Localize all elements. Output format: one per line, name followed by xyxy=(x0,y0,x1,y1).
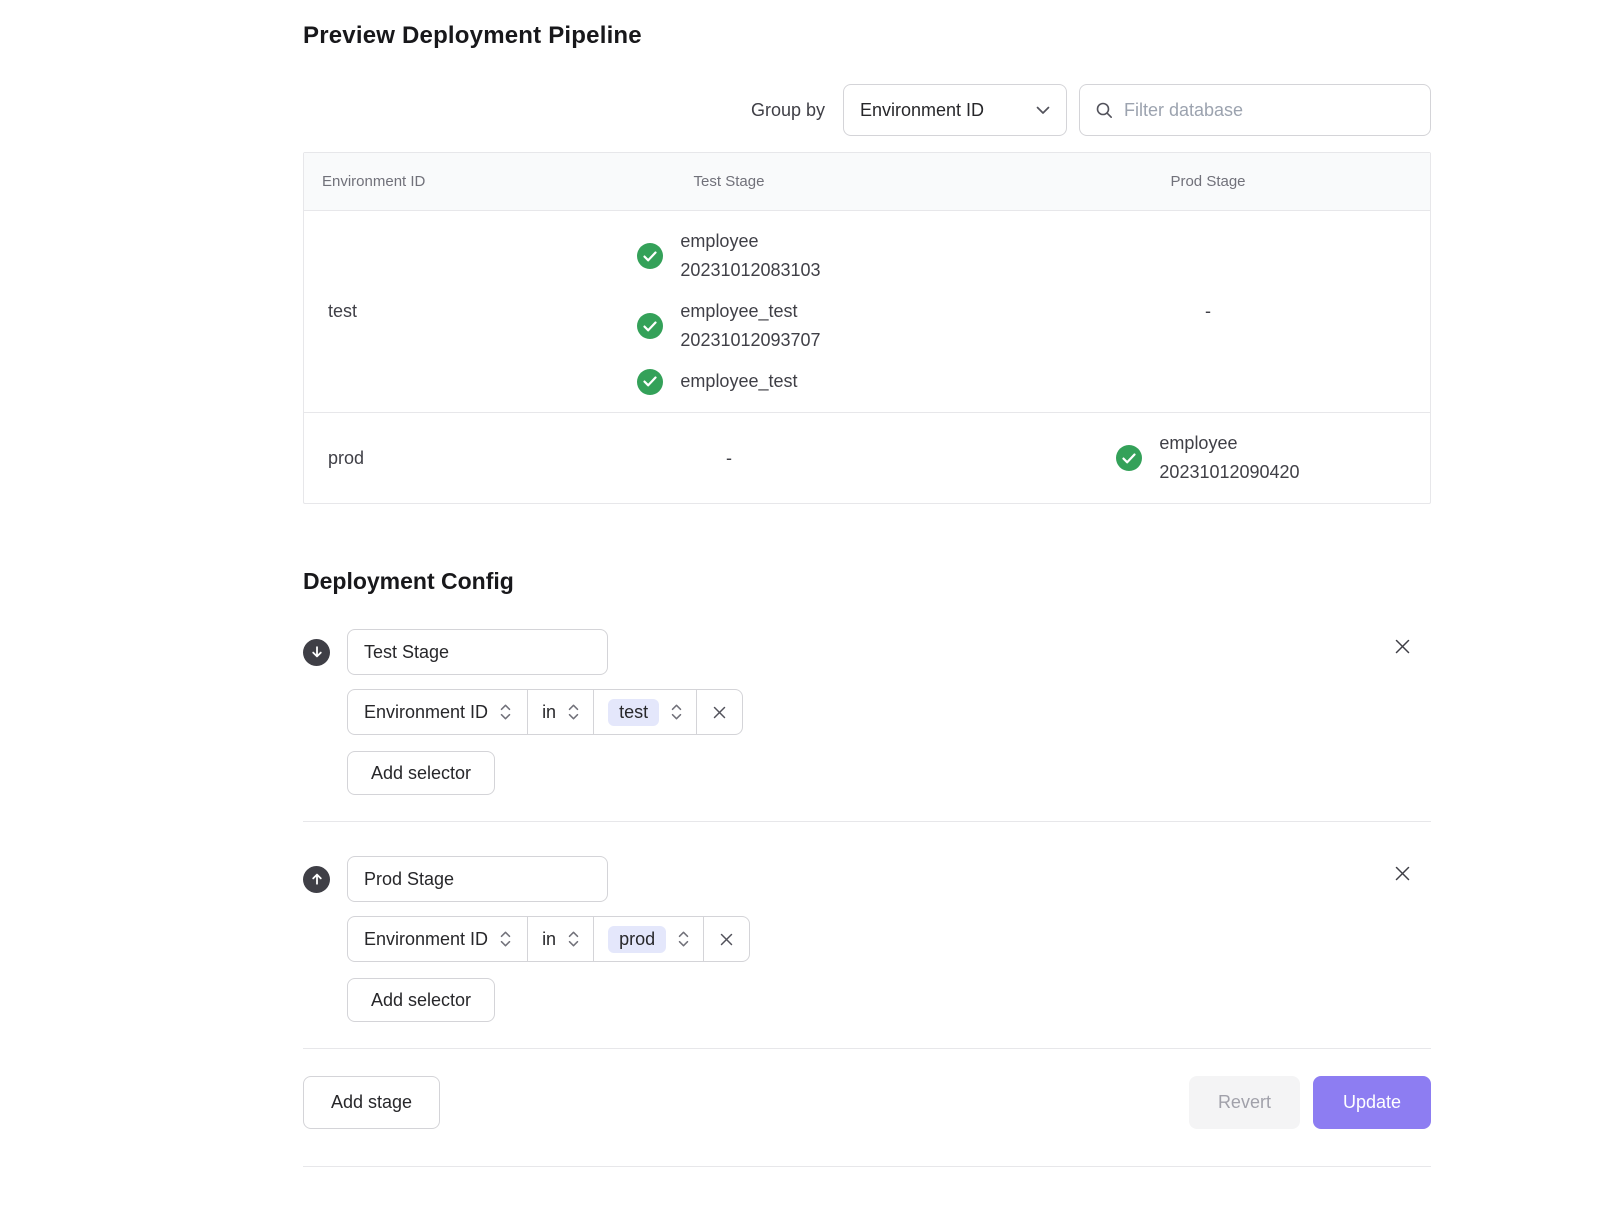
database-name: employee_test xyxy=(680,367,797,396)
selector-value-chip: test xyxy=(608,699,659,726)
environment-id-cell: test xyxy=(304,211,474,412)
updown-chevrons-icon xyxy=(500,703,511,721)
table-row-test: test employee 20231012083103 xyxy=(304,211,1430,413)
database-version: 20231012083103 xyxy=(680,256,820,285)
check-circle-icon xyxy=(637,369,663,395)
bottom-divider xyxy=(303,1166,1431,1167)
stage-item: employee_test xyxy=(637,367,820,396)
move-stage-up-button[interactable] xyxy=(303,866,330,893)
stage-item-list: employee 20231012083103 employee_test 20… xyxy=(637,211,820,412)
selector-key-select[interactable]: Environment ID xyxy=(347,916,528,962)
test-stage-cell: employee 20231012083103 employee_test 20… xyxy=(474,211,984,412)
selector-value-chip: prod xyxy=(608,926,666,953)
add-selector-button[interactable]: Add selector xyxy=(347,978,495,1022)
pipeline-table: Environment ID Test Stage Prod Stage tes… xyxy=(303,152,1431,504)
updown-chevrons-icon xyxy=(671,703,682,721)
deployment-config-title: Deployment Config xyxy=(303,568,1431,595)
move-stage-down-button[interactable] xyxy=(303,639,330,666)
search-icon xyxy=(1094,100,1114,120)
selector-key-value: Environment ID xyxy=(364,702,488,723)
stage-item-text: employee_test 20231012093707 xyxy=(680,297,820,355)
stage-item: employee_test 20231012093707 xyxy=(637,297,820,355)
filter-database-input[interactable] xyxy=(1124,100,1416,121)
prod-stage-cell: employee 20231012090420 xyxy=(984,413,1432,503)
selector-value-select[interactable]: test xyxy=(593,689,697,735)
stage-name-input[interactable] xyxy=(347,629,608,675)
stage-header-row xyxy=(303,856,1431,902)
database-name: employee_test xyxy=(680,297,820,326)
footer-actions: Add stage Revert Update xyxy=(303,1076,1431,1129)
stage-name-input[interactable] xyxy=(347,856,608,902)
selector-row: Environment ID in test xyxy=(347,689,1431,735)
remove-selector-button[interactable] xyxy=(696,689,743,735)
test-stage-cell-empty: - xyxy=(474,413,984,503)
selector-value-select[interactable]: prod xyxy=(593,916,704,962)
revert-button[interactable]: Revert xyxy=(1189,1076,1300,1129)
group-by-select[interactable]: Environment ID xyxy=(843,84,1067,136)
column-header-environment-id: Environment ID xyxy=(304,153,474,210)
check-circle-icon xyxy=(1116,445,1142,471)
database-name: employee xyxy=(1159,429,1299,458)
check-circle-icon xyxy=(637,313,663,339)
filter-search-box xyxy=(1079,84,1431,136)
environment-id-cell: prod xyxy=(304,413,474,503)
selector-row: Environment ID in prod xyxy=(347,916,1431,962)
selector-operator-value: in xyxy=(542,929,556,950)
updown-chevrons-icon xyxy=(500,930,511,948)
updown-chevrons-icon xyxy=(568,703,579,721)
preview-deployment-pipeline-page: Preview Deployment Pipeline Group by Env… xyxy=(303,22,1431,1167)
database-version: 20231012093707 xyxy=(680,326,820,355)
selector-key-select[interactable]: Environment ID xyxy=(347,689,528,735)
chevron-down-icon xyxy=(1036,106,1050,115)
selector-operator-value: in xyxy=(542,702,556,723)
stage-header-row xyxy=(303,629,1431,675)
stage-item-list: employee 20231012090420 xyxy=(1116,413,1299,503)
close-icon xyxy=(719,932,734,947)
remove-stage-button[interactable] xyxy=(1391,635,1413,657)
stage-block-test: Environment ID in test xyxy=(303,629,1431,795)
divider xyxy=(303,1048,1431,1049)
update-button[interactable]: Update xyxy=(1313,1076,1431,1129)
prod-stage-cell-empty: - xyxy=(984,211,1432,412)
group-by-value: Environment ID xyxy=(860,100,984,121)
right-actions: Revert Update xyxy=(1189,1076,1431,1129)
add-stage-button[interactable]: Add stage xyxy=(303,1076,440,1129)
remove-selector-button[interactable] xyxy=(703,916,750,962)
stage-item-text: employee_test xyxy=(680,367,797,396)
stage-block-prod: Environment ID in prod xyxy=(303,856,1431,1022)
stage-item: employee 20231012090420 xyxy=(1116,429,1299,487)
stage-item-text: employee 20231012090420 xyxy=(1159,429,1299,487)
database-name: employee xyxy=(680,227,820,256)
selector-operator-select[interactable]: in xyxy=(527,916,594,962)
stage-item: employee 20231012083103 xyxy=(637,227,820,285)
page-title: Preview Deployment Pipeline xyxy=(303,22,1431,50)
remove-stage-button[interactable] xyxy=(1391,862,1413,884)
table-controls: Group by Environment ID xyxy=(303,84,1431,136)
stage-item-text: employee 20231012083103 xyxy=(680,227,820,285)
updown-chevrons-icon xyxy=(678,930,689,948)
group-by-label: Group by xyxy=(751,100,825,121)
add-selector-button[interactable]: Add selector xyxy=(347,751,495,795)
selector-key-value: Environment ID xyxy=(364,929,488,950)
table-row-prod: prod - employee 20231012090420 xyxy=(304,413,1430,503)
database-version: 20231012090420 xyxy=(1159,458,1299,487)
updown-chevrons-icon xyxy=(568,930,579,948)
column-header-test-stage: Test Stage xyxy=(474,153,984,210)
table-header-row: Environment ID Test Stage Prod Stage xyxy=(304,153,1430,211)
close-icon xyxy=(712,705,727,720)
check-circle-icon xyxy=(637,243,663,269)
selector-operator-select[interactable]: in xyxy=(527,689,594,735)
column-header-prod-stage: Prod Stage xyxy=(984,153,1432,210)
divider xyxy=(303,821,1431,822)
